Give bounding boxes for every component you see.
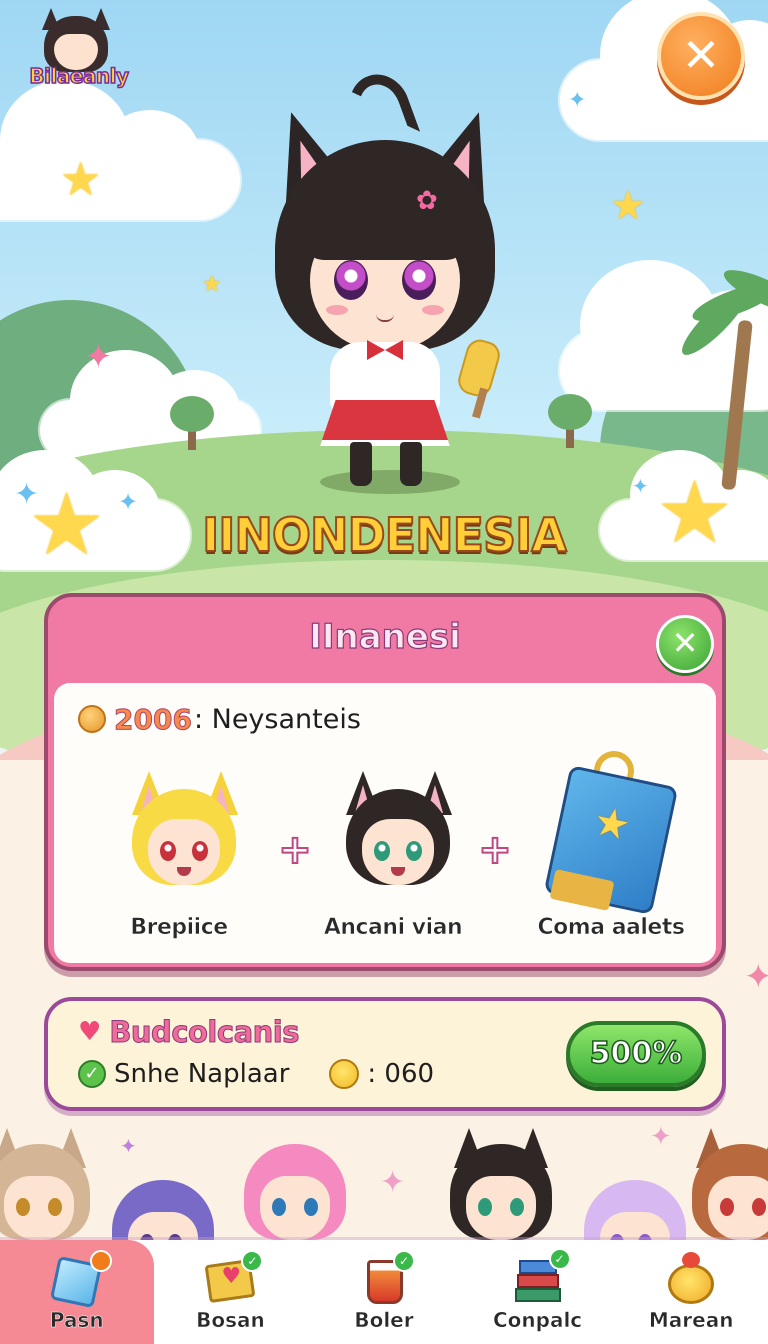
- nav-item-marean[interactable]: Marean: [614, 1240, 768, 1344]
- plus-icon: +: [477, 827, 513, 873]
- nav-item-boler[interactable]: ✓ Boler: [307, 1240, 461, 1344]
- game-logo: Bilaeanly: [24, 8, 134, 100]
- reward-item-label: Ancani vian: [323, 915, 463, 941]
- reward-item-label: Brepiice: [130, 915, 228, 941]
- panel-close-button[interactable]: ✕: [656, 615, 714, 673]
- coin-icon: [78, 705, 106, 733]
- close-button[interactable]: ✕: [657, 12, 745, 100]
- star-icon: ★: [60, 152, 102, 206]
- sparkle-icon: ✦: [120, 1134, 137, 1158]
- chibi-character: [688, 1124, 768, 1244]
- reward-item[interactable]: ★ Coma aalets: [526, 747, 696, 953]
- heart-icon: ♥: [78, 1017, 102, 1047]
- chick-icon: [329, 1059, 360, 1089]
- nav-item-pasn[interactable]: Pasn: [0, 1240, 154, 1344]
- sparkle-icon: ✦: [744, 957, 768, 997]
- panel-header: IInanesi ✕: [48, 597, 722, 681]
- palm-tree: [674, 262, 768, 491]
- sparkle-icon: ✦: [84, 337, 113, 377]
- chibi-character: [446, 1124, 556, 1244]
- status-title: Budcolcanis: [109, 1015, 300, 1050]
- panel-title: IInanesi: [309, 616, 462, 657]
- hairclip-icon: ✿: [416, 186, 438, 216]
- nav-item-bosan[interactable]: ♥ ✓ Bosan: [154, 1240, 308, 1344]
- reward-panel: IInanesi ✕ 2006 : Neysanteis Brepiice +: [44, 593, 726, 971]
- cloud: [0, 80, 240, 220]
- hero-character: ✿: [250, 65, 520, 500]
- logo-text: Bilaeanly: [29, 63, 130, 89]
- black-cat-girl-avatar: [338, 763, 458, 913]
- plus-icon: +: [277, 827, 313, 873]
- nav-item-conpalc[interactable]: ✓ Conpalc: [461, 1240, 615, 1344]
- sparkle-icon: ✦: [568, 88, 587, 113]
- sparkle-icon: ✦: [632, 474, 649, 498]
- gem-cube-icon: [49, 1250, 112, 1309]
- sparkle-icon: ✦: [380, 1165, 406, 1200]
- bottom-nav: Pasn ♥ ✓ Bosan ✓ Boler ✓ Conpalc Marean: [0, 1240, 768, 1344]
- nav-label: Conpalc: [492, 1308, 583, 1333]
- reward-year: 2006: [114, 702, 193, 736]
- chibi-character: [240, 1124, 350, 1244]
- chibi-character: [0, 1124, 94, 1244]
- envelope-heart-icon: ♥ ✓: [203, 1250, 264, 1306]
- check-icon: ✓: [78, 1060, 106, 1088]
- star-icon: ★: [202, 272, 222, 297]
- hero-title: IINONDENESIA: [201, 507, 568, 563]
- reward-header: 2006 : Neysanteis: [78, 701, 361, 737]
- status-count: : 060: [367, 1059, 435, 1089]
- chick-hamster-icon: [664, 1252, 718, 1306]
- nav-label: Boler: [354, 1308, 414, 1333]
- reward-subtitle: : Neysanteis: [193, 703, 361, 735]
- reward-item-label: Coma aalets: [537, 915, 685, 941]
- juice-cup-icon: ✓: [357, 1250, 415, 1306]
- reward-item[interactable]: Brepiice: [94, 763, 264, 953]
- blue-gift-bag-icon: ★: [543, 745, 679, 916]
- status-header: ♥ Budcolcanis: [78, 1015, 300, 1050]
- nav-label: Marean: [648, 1308, 734, 1333]
- sparkle-icon: ✦: [650, 1122, 672, 1152]
- status-bar: ♥ Budcolcanis ✓ Snhe Naplaar : 060 500%: [44, 997, 726, 1111]
- reward-item[interactable]: Ancani vian: [308, 763, 478, 953]
- book-stack-icon: ✓: [511, 1248, 571, 1306]
- percent-button[interactable]: 500%: [566, 1021, 706, 1087]
- star-icon: ★: [610, 183, 646, 229]
- status-name: Snhe Naplaar: [114, 1059, 290, 1089]
- nav-label: Bosan: [196, 1308, 265, 1333]
- blonde-cat-girl-avatar: [124, 763, 244, 913]
- nav-label: Pasn: [49, 1308, 104, 1333]
- sparkle-icon: ✦: [14, 477, 40, 512]
- status-row: ✓ Snhe Naplaar : 060: [78, 1059, 434, 1089]
- panel-body: 2006 : Neysanteis Brepiice + Ancani vian…: [54, 683, 716, 963]
